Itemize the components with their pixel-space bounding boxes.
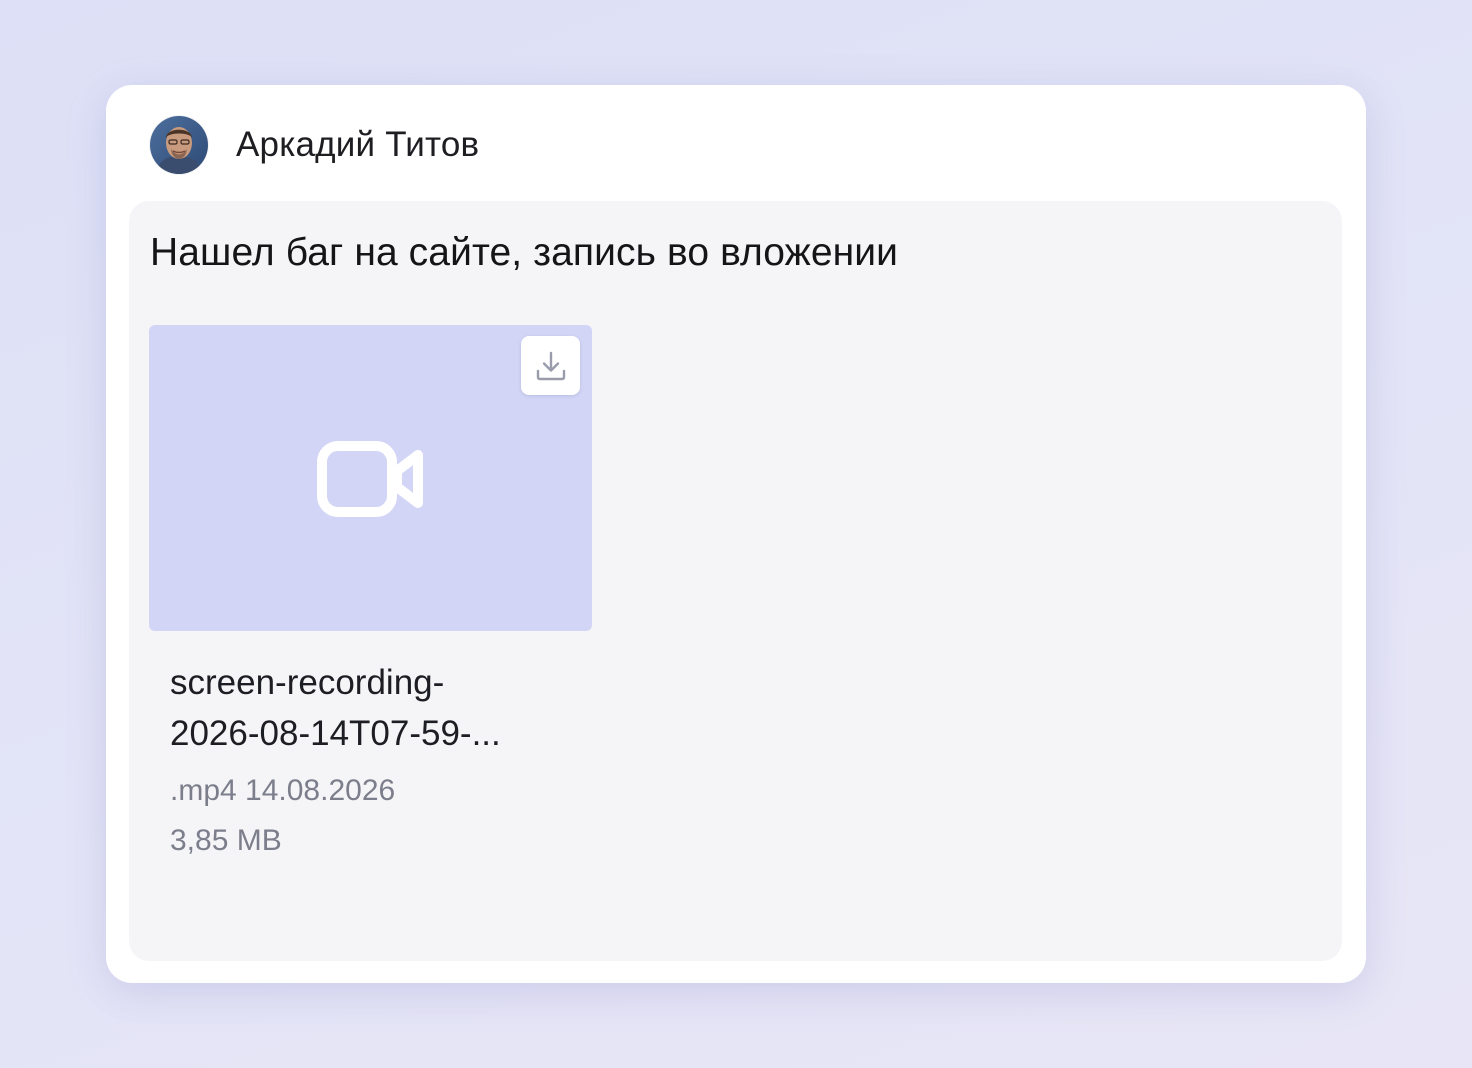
- author-name: Аркадий Титов: [236, 125, 480, 164]
- user-avatar-photo: [150, 116, 208, 174]
- file-date: 14.08.2026: [245, 774, 396, 807]
- file-meta: .mp4 14.08.2026: [170, 773, 592, 809]
- file-name-line-1: screen-recording-: [170, 663, 445, 702]
- avatar[interactable]: [150, 116, 208, 174]
- message-bubble: Нашел баг на сайте, запись во вложении s…: [129, 201, 1342, 961]
- file-extension: .mp4: [170, 774, 237, 807]
- download-button[interactable]: [521, 336, 580, 395]
- message-header: Аркадий Титов: [150, 115, 479, 175]
- message-card: Аркадий Титов Нашел баг на сайте, запись…: [106, 85, 1366, 983]
- attachment-preview[interactable]: [149, 325, 592, 631]
- file-name[interactable]: screen-recording- 2026-08-14T07-59-...: [170, 657, 580, 759]
- video-attachment[interactable]: screen-recording- 2026-08-14T07-59-... .…: [149, 325, 592, 859]
- message-text: Нашел баг на сайте, запись во вложении: [150, 231, 899, 274]
- video-camera-icon: [317, 441, 423, 517]
- download-icon: [536, 351, 565, 380]
- file-size: 3,85 MB: [170, 824, 282, 857]
- file-name-line-2: 2026-08-14T07-59-...: [170, 714, 501, 753]
